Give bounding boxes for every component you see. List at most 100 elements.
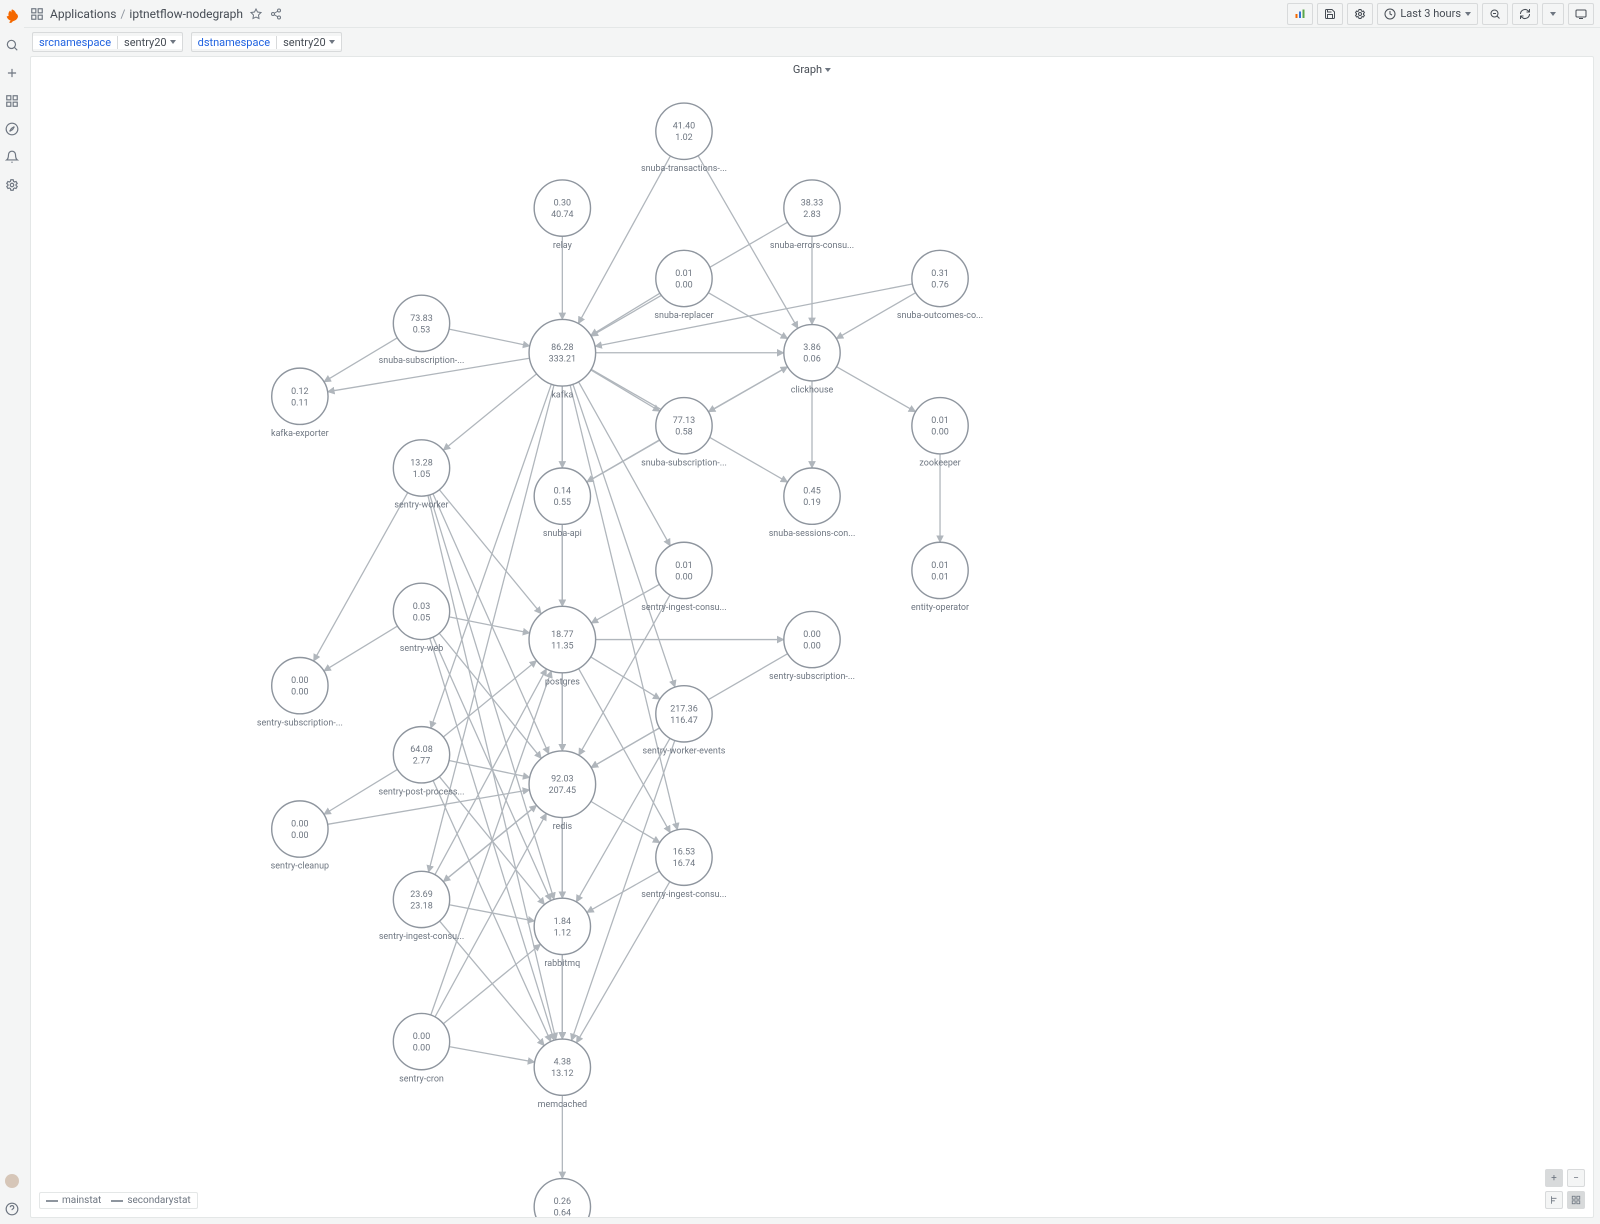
graph-edge[interactable]: [324, 626, 398, 671]
node-mainstat: 0.01: [931, 561, 948, 571]
tv-mode-button[interactable]: [1568, 3, 1594, 25]
node-secondarystat: 13.12: [551, 1069, 574, 1079]
graph-node[interactable]: 0.000.00sentry-subscription-...: [257, 657, 343, 728]
graph-edge[interactable]: [449, 329, 530, 346]
graph-edge[interactable]: [591, 801, 660, 842]
graph-node[interactable]: 0.000.00sentry-cleanup: [271, 801, 329, 872]
graph-edge[interactable]: [431, 671, 552, 1015]
graph-node[interactable]: 0.000.00sentry-cron: [393, 1013, 449, 1084]
plus-icon[interactable]: [5, 66, 19, 80]
zoom-in-button[interactable]: +: [1545, 1169, 1563, 1187]
var-dstnamespace[interactable]: dstnamespace sentry20: [191, 32, 342, 52]
breadcrumb-sep: /: [120, 7, 125, 21]
zoom-out-button[interactable]: −: [1567, 1169, 1585, 1187]
dashboards-icon[interactable]: [5, 94, 19, 108]
node-label: clickhouse: [791, 385, 834, 395]
node-label: snuba-transactions-...: [641, 164, 727, 174]
graph-edge[interactable]: [836, 367, 915, 412]
graph-edge[interactable]: [579, 595, 670, 755]
node-label: postgres: [545, 677, 580, 687]
node-mainstat: 0.12: [291, 387, 308, 397]
var-srcnamespace[interactable]: srcnamespace sentry20: [32, 32, 183, 52]
graph-node[interactable]: 23.6923.18sentry-ingest-consu...: [379, 871, 464, 942]
node-mainstat: 13.28: [410, 458, 433, 468]
add-panel-button[interactable]: [1287, 3, 1313, 25]
node-secondarystat: 0.76: [931, 280, 948, 290]
breadcrumb[interactable]: Applications / iptnetflow-nodegraph: [50, 7, 243, 21]
node-mainstat: 1.84: [554, 917, 571, 927]
tree-layout-button[interactable]: [1545, 1191, 1563, 1209]
save-button[interactable]: [1317, 3, 1343, 25]
graph-node[interactable]: 41.401.02snuba-transactions-...: [641, 103, 727, 174]
config-icon[interactable]: [5, 178, 19, 192]
graph-edge[interactable]: [591, 370, 660, 411]
graph-edge[interactable]: [433, 780, 551, 1041]
graph-edge[interactable]: [443, 661, 536, 737]
graph-node[interactable]: 0.010.00sentry-ingest-consu...: [641, 542, 726, 613]
node-label: sentry-web: [400, 644, 444, 654]
share-icon[interactable]: [269, 7, 283, 21]
graph-node[interactable]: 13.281.05sentry-worker: [393, 440, 449, 511]
graph-edge[interactable]: [576, 882, 669, 1043]
breadcrumb-dashboard[interactable]: iptnetflow-nodegraph: [129, 7, 243, 21]
graph-edge[interactable]: [314, 493, 408, 661]
star-icon[interactable]: [249, 7, 263, 21]
graph-node[interactable]: 0.3040.74relay: [534, 180, 590, 251]
graph-node[interactable]: 0.010.00snuba-replacer: [654, 250, 713, 321]
grafana-logo[interactable]: [4, 8, 20, 24]
graph-node[interactable]: 38.332.83snuba-errors-consu...: [770, 180, 854, 251]
node-label: snuba-sessions-con...: [769, 529, 856, 539]
node-label: sentry-post-process...: [378, 787, 464, 797]
graph-node[interactable]: 0.010.00zookeeper: [912, 398, 968, 469]
help-icon[interactable]: [5, 1202, 19, 1216]
settings-button[interactable]: [1347, 3, 1373, 25]
node-mainstat: 64.08: [410, 745, 433, 755]
search-icon[interactable]: [5, 38, 19, 52]
alerting-icon[interactable]: [5, 150, 19, 164]
graph-node[interactable]: 0.260.64: [534, 1179, 590, 1217]
graph-node[interactable]: 0.030.05sentry-web: [393, 583, 449, 654]
legend-item[interactable]: secondarystat: [111, 1195, 190, 1206]
node-mainstat: 0.30: [554, 199, 571, 209]
graph-node[interactable]: 64.082.77sentry-post-process...: [378, 727, 464, 798]
user-avatar[interactable]: [5, 1174, 19, 1188]
refresh-button[interactable]: [1512, 3, 1538, 25]
graph-node[interactable]: 73.830.53snuba-subscription-...: [379, 295, 465, 366]
breadcrumb-folder[interactable]: Applications: [50, 7, 116, 21]
apps-icon[interactable]: [30, 7, 44, 21]
graph-edge[interactable]: [439, 633, 541, 758]
graph-node[interactable]: 0.310.76snuba-outcomes-co...: [897, 250, 983, 321]
graph-edge[interactable]: [591, 293, 660, 335]
node-secondarystat: 0.19: [803, 498, 820, 508]
node-mainstat: 38.33: [801, 199, 824, 209]
graph-edge[interactable]: [443, 805, 536, 881]
graph-edge[interactable]: [449, 1047, 534, 1063]
legend-item[interactable]: mainstat: [46, 1195, 101, 1206]
node-mainstat: 0.00: [291, 819, 308, 829]
node-label: rabbitmq: [544, 959, 580, 969]
panel-title[interactable]: Graph: [793, 63, 831, 76]
node-mainstat: 0.26: [554, 1197, 571, 1207]
graph-edge[interactable]: [439, 490, 541, 614]
graph-node[interactable]: 0.140.55snuba-api: [534, 468, 590, 539]
timerange-picker[interactable]: Last 3 hours: [1377, 3, 1478, 25]
graph-node[interactable]: 0.120.11kafka-exporter: [271, 368, 329, 439]
var-label: srcnamespace: [33, 36, 118, 49]
refresh-interval-button[interactable]: [1542, 3, 1564, 25]
graph-node[interactable]: 4.3813.12memcached: [534, 1039, 590, 1110]
graph-edge[interactable]: [595, 284, 912, 346]
zoomout-button[interactable]: [1482, 3, 1508, 25]
graph-node[interactable]: 3.860.06clickhouse: [784, 325, 840, 396]
graph-edge[interactable]: [443, 944, 540, 1024]
variable-bar: srcnamespace sentry20 dstnamespace sentr…: [24, 28, 1600, 56]
graph-node[interactable]: 0.010.01entity-operator: [911, 542, 969, 613]
graph-edge[interactable]: [591, 657, 660, 699]
graph-node[interactable]: 1.841.12rabbitmq: [534, 898, 590, 969]
graph-edge[interactable]: [443, 374, 536, 450]
grid-layout-button[interactable]: [1567, 1191, 1585, 1209]
graph-node[interactable]: 0.000.00sentry-subscription-...: [769, 611, 855, 682]
explore-icon[interactable]: [5, 122, 19, 136]
node-label: memcached: [538, 1100, 587, 1110]
graph-edge[interactable]: [433, 494, 549, 754]
node-graph-canvas[interactable]: 41.401.02snuba-transactions-... 0.3040.74…: [31, 57, 1593, 1217]
